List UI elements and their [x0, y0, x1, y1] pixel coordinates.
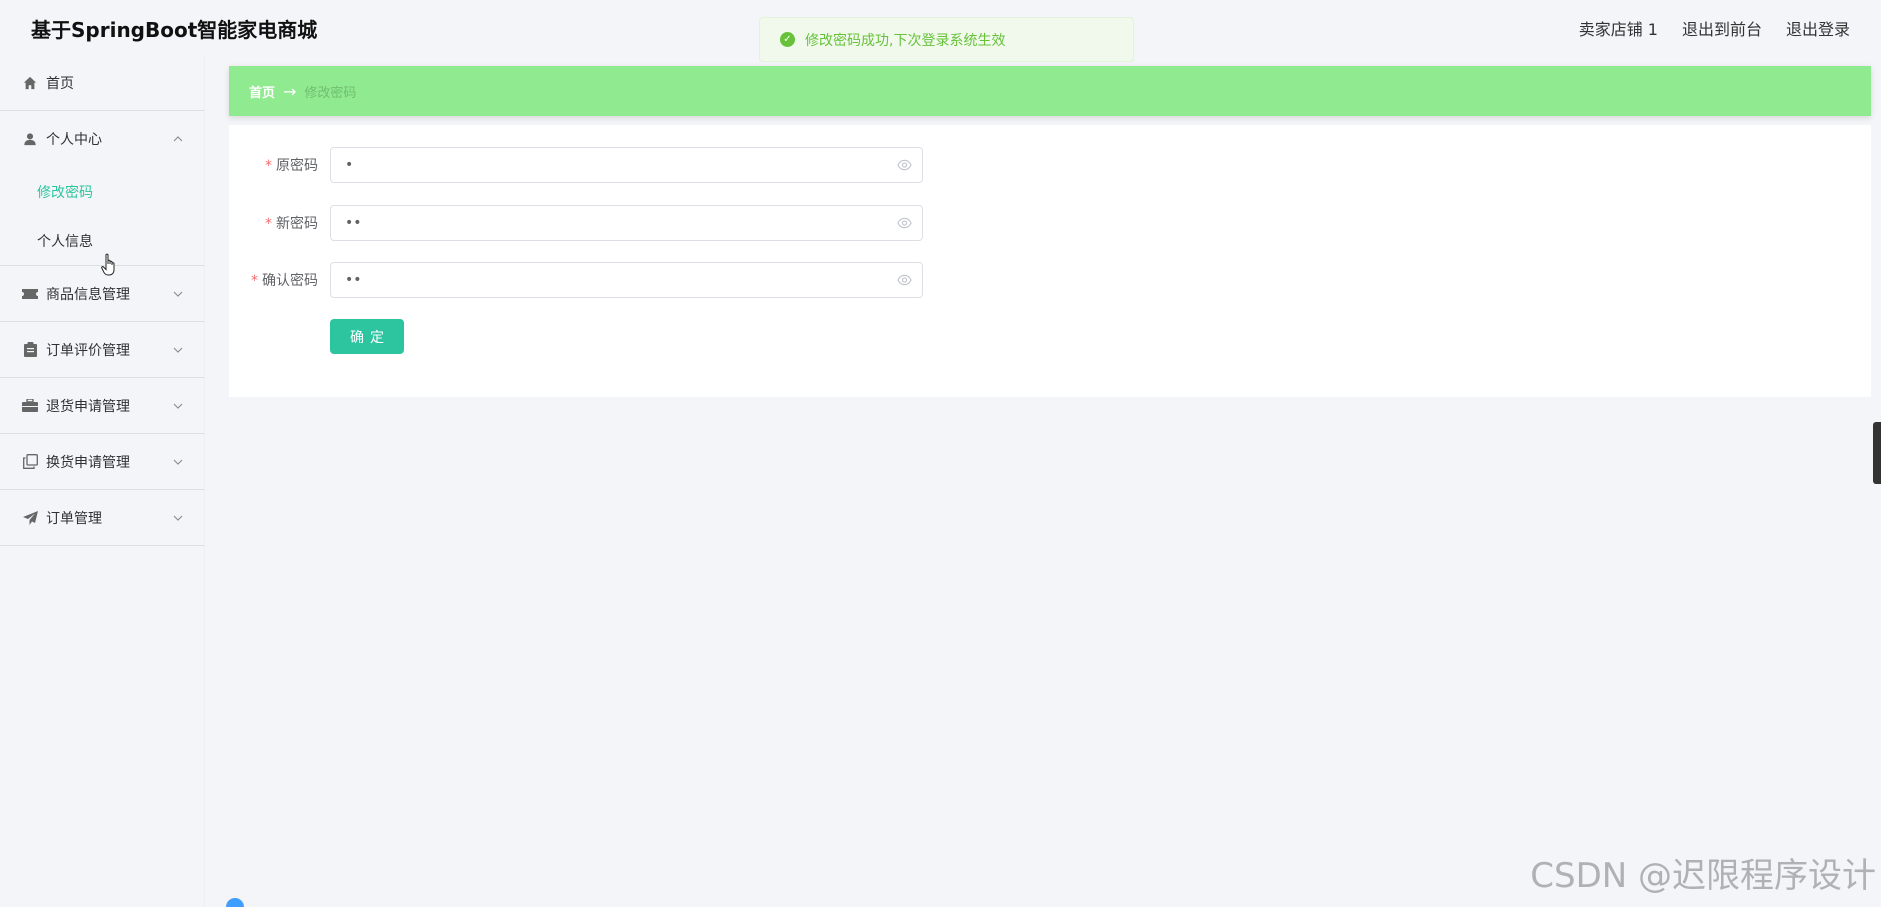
old-password-value: •: [345, 157, 354, 173]
eye-icon[interactable]: [897, 273, 912, 288]
sidebar-item-return-request-management[interactable]: 退货申请管理: [0, 378, 204, 434]
sidebar-item-label: 订单管理: [46, 510, 102, 527]
user-icon: [22, 131, 38, 147]
required-asterisk: *: [251, 273, 258, 289]
confirm-button[interactable]: 确定: [330, 319, 404, 354]
briefcase-icon: [22, 398, 38, 414]
success-toast: ✓ 修改密码成功,下次登录系统生效: [759, 17, 1134, 62]
check-circle-icon: ✓: [780, 32, 795, 47]
breadcrumb-current: 修改密码: [304, 85, 357, 101]
sidebar-item-label: 个人中心: [46, 132, 102, 148]
chevron-down-icon: [173, 291, 183, 297]
sidebar-item-label: 商品信息管理: [46, 286, 130, 303]
eye-icon[interactable]: [897, 158, 912, 173]
old-password-label: * 原密码: [229, 155, 330, 175]
sidebar-item-personal-center[interactable]: 个人中心: [0, 111, 204, 167]
exit-to-front-link[interactable]: 退出到前台: [1682, 16, 1762, 40]
sidebar-item-label: 退货申请管理: [46, 398, 130, 415]
form-label-text: 确认密码: [262, 273, 318, 289]
logout-link[interactable]: 退出登录: [1786, 16, 1850, 40]
form-row-new-password: * 新密码 ••: [229, 205, 929, 241]
sidebar-item-label: 订单评价管理: [46, 342, 130, 359]
header-links: 卖家店铺 1 退出到前台 退出登录: [1579, 16, 1850, 40]
form-label-text: 原密码: [276, 158, 318, 174]
confirm-password-input[interactable]: ••: [330, 262, 923, 298]
chevron-up-icon: [173, 136, 183, 142]
new-password-label: * 新密码: [229, 213, 330, 233]
form-row-old-password: * 原密码 •: [229, 147, 929, 183]
ticket-icon: [22, 286, 38, 302]
confirm-password-label: * 确认密码: [229, 270, 330, 290]
required-asterisk: *: [265, 158, 272, 174]
chevron-down-icon: [173, 347, 183, 353]
app-title: 基于SpringBoot智能家电商城: [31, 18, 318, 42]
clipboard-icon: [22, 342, 38, 358]
scrollbar-handle[interactable]: [1873, 422, 1881, 484]
old-password-input[interactable]: •: [330, 147, 923, 183]
required-asterisk: *: [265, 216, 272, 232]
submenu-personal-center: 个人中心 修改密码 个人信息: [0, 111, 204, 266]
toast-message: 修改密码成功,下次登录系统生效: [805, 32, 1006, 49]
hand-cursor-icon: [101, 253, 115, 276]
watermark: CSDN @迟限程序设计: [1530, 856, 1876, 896]
confirm-password-value: ••: [345, 272, 362, 288]
sidebar-item-exchange-request-management[interactable]: 换货申请管理: [0, 434, 204, 490]
home-icon: [22, 75, 38, 91]
sidebar-item-order-review-management[interactable]: 订单评价管理: [0, 322, 204, 378]
chevron-down-icon: [173, 515, 183, 521]
chevron-down-icon: [173, 459, 183, 465]
breadcrumb-home-link[interactable]: 首页: [249, 82, 275, 101]
copy-icon: [22, 454, 38, 470]
floating-action-dot[interactable]: [226, 898, 244, 907]
eye-icon[interactable]: [897, 216, 912, 231]
sidebar-item-order-management[interactable]: 订单管理: [0, 490, 204, 546]
form-label-text: 新密码: [276, 216, 318, 232]
change-password-form: * 原密码 • * 新密码 •• * 确认密码 •• 确定: [229, 125, 1871, 397]
breadcrumb: 首页 → 修改密码: [229, 66, 1871, 116]
breadcrumb-arrow-icon: →: [283, 81, 297, 101]
sidebar-subitem-change-password[interactable]: 修改密码: [0, 167, 204, 216]
send-icon: [22, 510, 38, 526]
sidebar-item-label: 换货申请管理: [46, 454, 130, 471]
new-password-value: ••: [345, 215, 362, 231]
new-password-input[interactable]: ••: [330, 205, 923, 241]
form-row-confirm-password: * 确认密码 ••: [229, 262, 929, 298]
sidebar: 首页 个人中心 修改密码 个人信息 商品信息管理 订单评价管理 退货申请管理 换…: [0, 55, 205, 907]
seller-store-link[interactable]: 卖家店铺 1: [1579, 16, 1658, 40]
chevron-down-icon: [173, 403, 183, 409]
sidebar-item-label: 首页: [46, 75, 74, 92]
sidebar-item-home[interactable]: 首页: [0, 55, 204, 111]
